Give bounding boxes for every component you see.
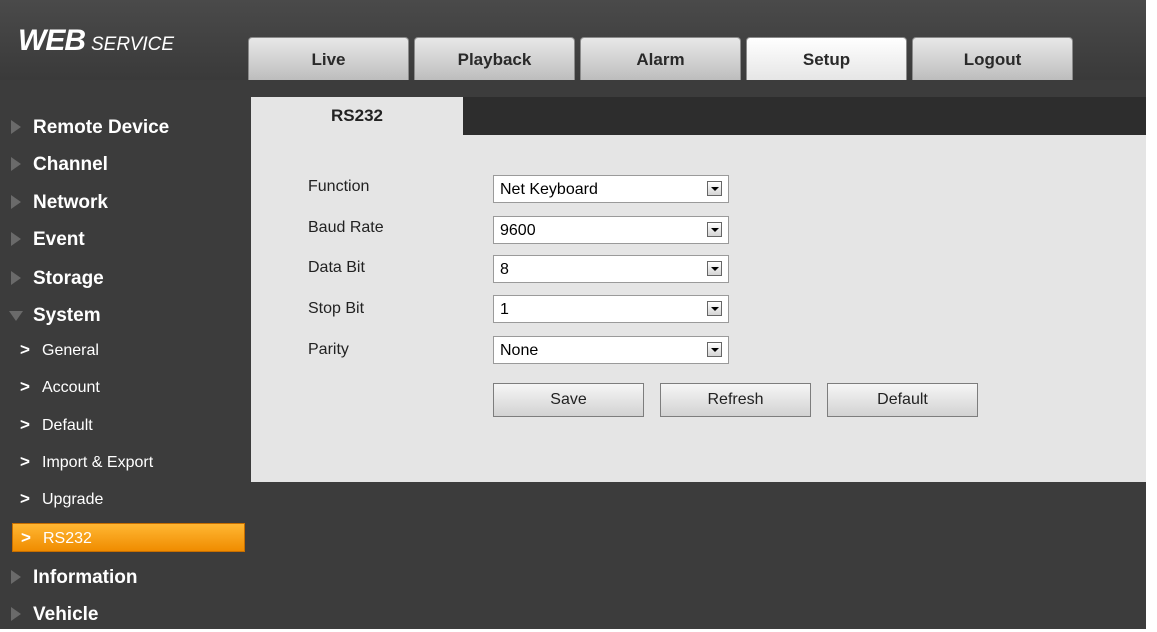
chevron-right-icon: > (20, 415, 30, 434)
baud-rate-select[interactable]: 9600 (493, 216, 729, 244)
web-service-logo: WEB SERVICE (18, 24, 174, 58)
content-tab-bar: RS232 (251, 97, 1146, 135)
chevron-right-icon: > (20, 340, 30, 359)
dropdown-arrow-icon[interactable] (707, 301, 722, 316)
sidebar-subitem-label: Account (42, 379, 100, 396)
collapsed-arrow-icon (11, 607, 21, 621)
sidebar-subitem-rs232[interactable]: > RS232 (12, 523, 245, 552)
sidebar-subitem-label: Upgrade (42, 491, 104, 508)
tab-rs232[interactable]: RS232 (251, 97, 463, 135)
sidebar-item-label: Vehicle (33, 604, 99, 625)
sidebar-item-label: Storage (33, 268, 104, 289)
logo-sub-text: SERVICE (91, 34, 175, 55)
dropdown-arrow-icon[interactable] (707, 261, 722, 276)
sidebar-subitem-account[interactable]: > Account (12, 373, 245, 402)
collapsed-arrow-icon (11, 570, 21, 584)
sidebar-item-channel[interactable]: Channel (0, 146, 250, 182)
sidebar-item-label: Information (33, 567, 138, 588)
dropdown-arrow-icon[interactable] (707, 181, 722, 196)
expanded-arrow-icon (9, 311, 23, 321)
function-select[interactable]: Net Keyboard (493, 175, 729, 203)
tab-alarm[interactable]: Alarm (580, 37, 741, 80)
sidebar-subitem-import-export[interactable]: > Import & Export (12, 448, 245, 477)
tab-playback[interactable]: Playback (414, 37, 575, 80)
collapsed-arrow-icon (11, 157, 21, 171)
sidebar-subitem-general[interactable]: > General (12, 336, 245, 365)
sidebar-item-information[interactable]: Information (0, 559, 250, 595)
sidebar-subitem-label: General (42, 342, 99, 359)
collapsed-arrow-icon (11, 120, 21, 134)
chevron-right-icon: > (20, 377, 30, 396)
sidebar-item-label: Network (33, 192, 108, 213)
data-bit-value: 8 (500, 261, 509, 278)
tab-live[interactable]: Live (248, 37, 409, 80)
app-window: WEB SERVICE Live Playback Alarm Setup Log… (0, 0, 1146, 629)
tab-logout[interactable]: Logout (912, 37, 1073, 80)
tab-setup[interactable]: Setup (746, 37, 907, 80)
sidebar-subitem-default[interactable]: > Default (12, 411, 245, 440)
baud-rate-label: Baud Rate (308, 219, 384, 236)
sidebar-item-network[interactable]: Network (0, 184, 250, 220)
sidebar-item-event[interactable]: Event (0, 221, 250, 257)
rs232-settings-panel: Function Net Keyboard Baud Rate 9600 Dat… (251, 135, 1146, 482)
parity-value: None (500, 342, 539, 359)
stop-bit-value: 1 (500, 301, 509, 318)
sidebar-item-label: Event (33, 229, 85, 250)
sidebar-item-storage[interactable]: Storage (0, 260, 250, 296)
sidebar-subitem-label: Import & Export (42, 454, 154, 471)
refresh-button[interactable]: Refresh (660, 383, 811, 417)
chevron-right-icon: > (20, 452, 30, 471)
sidebar-item-vehicle[interactable]: Vehicle (0, 596, 250, 632)
header-bar: WEB SERVICE Live Playback Alarm Setup Log… (0, 0, 1146, 80)
function-value: Net Keyboard (500, 181, 598, 198)
collapsed-arrow-icon (11, 232, 21, 246)
sidebar-item-system[interactable]: System (0, 297, 250, 333)
collapsed-arrow-icon (11, 195, 21, 209)
default-button[interactable]: Default (827, 383, 978, 417)
dropdown-arrow-icon[interactable] (707, 342, 722, 357)
stop-bit-select[interactable]: 1 (493, 295, 729, 323)
sidebar-item-remote-device[interactable]: Remote Device (0, 109, 250, 145)
data-bit-select[interactable]: 8 (493, 255, 729, 283)
collapsed-arrow-icon (11, 271, 21, 285)
sidebar-item-label: Remote Device (33, 117, 170, 138)
page-edge-strip (1146, 0, 1157, 629)
parity-label: Parity (308, 341, 349, 358)
chevron-right-icon: > (21, 528, 31, 547)
sidebar-subitem-label: Default (42, 417, 93, 434)
baud-rate-value: 9600 (500, 222, 536, 239)
sidebar-subitem-label: RS232 (43, 530, 92, 547)
data-bit-label: Data Bit (308, 259, 365, 276)
save-button[interactable]: Save (493, 383, 644, 417)
logo-main-text: WEB (18, 24, 86, 57)
parity-select[interactable]: None (493, 336, 729, 364)
sidebar-item-label: System (33, 305, 101, 326)
chevron-right-icon: > (20, 489, 30, 508)
sidebar-subitem-upgrade[interactable]: > Upgrade (12, 485, 245, 514)
stop-bit-label: Stop Bit (308, 300, 365, 317)
dropdown-arrow-icon[interactable] (707, 222, 722, 237)
function-label: Function (308, 178, 370, 195)
sidebar-item-label: Channel (33, 154, 108, 175)
